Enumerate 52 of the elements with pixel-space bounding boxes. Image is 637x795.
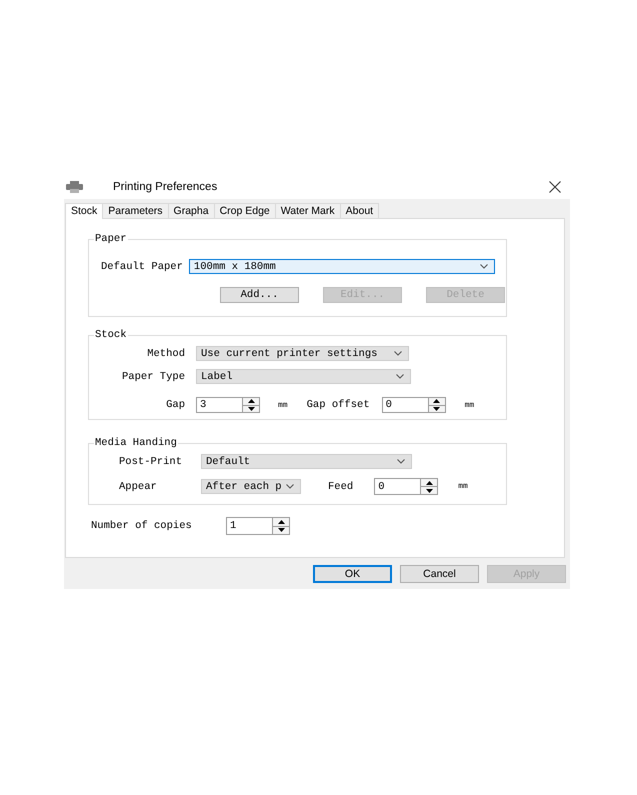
dialog-button[interactable]: OK [313, 565, 392, 583]
chevron-down-icon [396, 374, 404, 379]
spin-up-button[interactable] [420, 478, 438, 487]
tab[interactable]: About [340, 203, 380, 218]
spin-up-button[interactable] [272, 517, 290, 526]
close-icon[interactable] [549, 180, 561, 192]
paper-select[interactable]: 100mm x 180mm [188, 259, 495, 274]
gap-offset-input[interactable]: 0 [382, 397, 428, 413]
group-title: Paper [94, 233, 128, 245]
unit-label: mm [458, 482, 468, 491]
tab[interactable]: Crop Edge [214, 203, 276, 218]
window-title: Printing Preferences [113, 180, 218, 192]
up-triangle-icon [278, 520, 284, 524]
up-triangle-icon [433, 399, 440, 404]
field-label: Paper Type [120, 370, 185, 382]
push-button[interactable]: Add... [220, 287, 299, 303]
unit-label: mm [278, 400, 288, 410]
up-triangle-icon [248, 399, 254, 404]
copies-input[interactable]: 1 [226, 517, 272, 535]
field-label: Gap [165, 399, 185, 411]
printer-icon [66, 180, 83, 192]
field-label: Method [146, 348, 185, 360]
chevron-down-icon [286, 484, 294, 489]
spin-down-button[interactable] [420, 487, 438, 495]
unit-label: mm [464, 400, 474, 410]
chevron-down-icon [394, 351, 402, 356]
field-label: Appear [119, 480, 158, 492]
field-label: Default Paper [101, 260, 183, 272]
paper-type-select[interactable]: Label [196, 369, 411, 384]
group-title: Stock [94, 329, 128, 341]
dialog-button[interactable]: Cancel [400, 565, 479, 583]
down-triangle-icon [248, 406, 254, 411]
field-label: Number of copies [91, 520, 193, 532]
spin-up-button[interactable] [428, 397, 446, 406]
field-label: Feed [328, 480, 354, 492]
field-label: Gap offset [306, 399, 370, 411]
chevron-down-icon [397, 459, 405, 464]
up-triangle-icon [426, 480, 433, 484]
spin-up-button[interactable] [242, 397, 260, 406]
appear-select[interactable]: After each p [201, 479, 301, 494]
group-title: Media Handing [94, 437, 178, 449]
down-triangle-icon [433, 406, 440, 411]
chevron-down-icon [480, 264, 488, 269]
tab[interactable]: Stock [65, 203, 104, 219]
method-select[interactable]: Use current printer settings [196, 346, 409, 361]
field-label: Post-Print [119, 456, 184, 468]
down-triangle-icon [278, 528, 284, 532]
tab[interactable]: Grapha [168, 203, 215, 218]
post-print-select[interactable]: Default [201, 454, 412, 469]
down-triangle-icon [426, 488, 433, 492]
gap-input[interactable]: 3 [196, 397, 242, 413]
feed-input[interactable]: 0 [374, 478, 420, 495]
